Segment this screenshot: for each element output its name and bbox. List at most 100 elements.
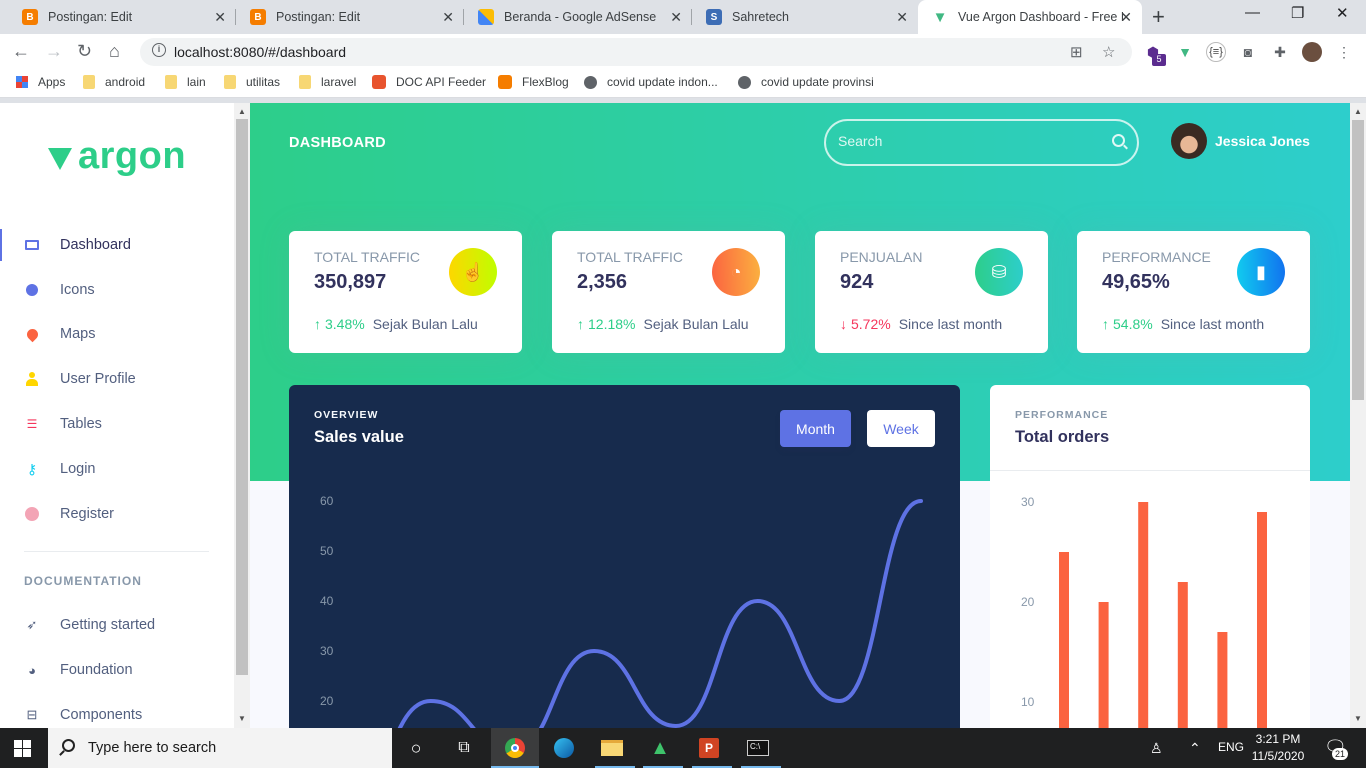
- sidebar-item-user-profile[interactable]: User Profile: [0, 359, 234, 399]
- sidebar-scrollbar[interactable]: ▲ ▼: [234, 103, 250, 728]
- browser-tab[interactable]: S Sahretech ✕: [692, 0, 918, 34]
- scroll-down-icon[interactable]: ▼: [1354, 714, 1362, 723]
- info-icon[interactable]: i: [152, 43, 166, 57]
- bookmark-folder[interactable]: laravel: [299, 75, 356, 89]
- file-explorer-icon[interactable]: [600, 736, 624, 760]
- scroll-up-icon[interactable]: ▲: [1354, 107, 1362, 116]
- sidebar-divider: [24, 551, 209, 552]
- search-input[interactable]: [838, 133, 1098, 149]
- new-tab-button[interactable]: +: [1152, 4, 1165, 30]
- sidebar-item-getting-started[interactable]: ➶ Getting started: [0, 605, 234, 645]
- browser-tab[interactable]: B Postingan: Edit ✕: [236, 0, 464, 34]
- argon-logo[interactable]: argon: [48, 135, 186, 178]
- bookmark-apps[interactable]: Apps: [16, 75, 65, 89]
- ui-components-icon: ⊟: [26, 707, 38, 722]
- close-window-icon[interactable]: ✕: [1336, 4, 1349, 22]
- task-view-icon[interactable]: ⧉: [452, 736, 476, 760]
- tray-chevron-icon[interactable]: ⌃: [1189, 740, 1201, 757]
- close-icon[interactable]: ✕: [442, 9, 454, 26]
- bookmark-item[interactable]: DOC API Feeder: [372, 75, 486, 89]
- bookmark-folder[interactable]: lain: [165, 75, 206, 89]
- page-scrollbar[interactable]: ▲ ▼: [1350, 103, 1366, 728]
- order-bar: [1177, 582, 1188, 728]
- sidebar-item-register[interactable]: Register: [0, 494, 234, 534]
- taskbar-search[interactable]: Type here to search: [48, 728, 392, 768]
- pin-icon: [24, 326, 40, 342]
- close-icon[interactable]: ✕: [896, 9, 908, 26]
- stat-value: 49,65%: [1102, 271, 1170, 293]
- avatar[interactable]: [1171, 123, 1207, 159]
- search-icon[interactable]: [1112, 134, 1125, 147]
- address-bar[interactable]: i localhost:8080/#/dashboard ⊞ ☆: [140, 38, 1132, 66]
- bookmark-item[interactable]: covid update provinsi: [738, 75, 874, 89]
- json-viewer-icon[interactable]: {≡}: [1206, 42, 1226, 62]
- menu-icon[interactable]: ⋮: [1334, 42, 1354, 62]
- browser-tab[interactable]: Beranda - Google AdSense ✕: [464, 0, 692, 34]
- minimize-icon[interactable]: —: [1245, 4, 1260, 21]
- people-icon[interactable]: ♙: [1150, 740, 1163, 757]
- sidebar-item-label: Getting started: [60, 617, 156, 633]
- bookmark-item[interactable]: FlexBlog: [498, 75, 569, 89]
- y-tick-label: 30: [320, 644, 334, 658]
- order-bar: [1217, 632, 1228, 728]
- vue-devtools-icon[interactable]: ▼: [1175, 42, 1195, 62]
- scrollbar-thumb[interactable]: [236, 119, 248, 675]
- translate-icon[interactable]: ⊞: [1070, 43, 1083, 61]
- scrollbar-thumb[interactable]: [1352, 120, 1364, 400]
- y-tick-label: 50: [320, 544, 334, 558]
- sidebar-item-components[interactable]: ⊟ Components: [0, 695, 234, 728]
- forward-icon[interactable]: →: [45, 41, 63, 62]
- url-text[interactable]: localhost:8080/#/dashboard: [174, 44, 346, 60]
- powerpoint-icon[interactable]: P: [697, 736, 721, 760]
- restore-icon[interactable]: ❐: [1291, 4, 1304, 22]
- sidebar-item-maps[interactable]: Maps: [0, 314, 234, 354]
- puzzle-icon[interactable]: ✚: [1270, 42, 1290, 62]
- stat-note: Sejak Bulan Lalu: [643, 316, 749, 332]
- scroll-up-icon[interactable]: ▲: [238, 107, 246, 116]
- sidebar-item-tables[interactable]: ☰ Tables: [0, 404, 234, 444]
- extension-badge: 5: [1152, 54, 1166, 66]
- chrome-icon[interactable]: [503, 736, 527, 760]
- notification-count: 21: [1332, 748, 1348, 760]
- reload-icon[interactable]: ↻: [77, 41, 92, 62]
- edge-icon[interactable]: [552, 736, 576, 760]
- sidebar-item-icons[interactable]: Icons: [0, 270, 234, 310]
- terminal-icon[interactable]: C:\: [746, 736, 770, 760]
- close-icon[interactable]: ✕: [1120, 9, 1132, 26]
- bookmark-label: laravel: [321, 75, 357, 89]
- close-icon[interactable]: ✕: [214, 9, 226, 26]
- profile-avatar[interactable]: [1302, 42, 1322, 62]
- browser-tab[interactable]: B Postingan: Edit ✕: [8, 0, 236, 34]
- camera-icon[interactable]: ◙: [1238, 42, 1258, 62]
- stat-note: Since last month: [1160, 316, 1265, 332]
- sidebar-item-label: Foundation: [60, 662, 133, 678]
- back-icon[interactable]: ←: [12, 41, 30, 62]
- logo-text: argon: [78, 135, 187, 177]
- bookmark-item[interactable]: covid update indon...: [584, 75, 718, 89]
- sidebar-item-dashboard[interactable]: Dashboard: [0, 225, 234, 265]
- cortana-icon[interactable]: ○: [404, 736, 428, 760]
- bookmark-label: android: [105, 75, 146, 89]
- bookmark-star-icon[interactable]: ☆: [1102, 43, 1115, 61]
- windows-start-icon[interactable]: [14, 740, 31, 757]
- sidebar-item-foundation[interactable]: ◕ Foundation: [0, 650, 234, 690]
- close-icon[interactable]: ✕: [670, 9, 682, 26]
- bookmark-folder[interactable]: android: [83, 75, 145, 89]
- scroll-down-icon[interactable]: ▼: [238, 714, 246, 723]
- app-triangle-icon[interactable]: ▲: [648, 736, 672, 760]
- stat-label: Performance: [1102, 249, 1211, 265]
- sidebar-item-login[interactable]: ⚷ Login: [0, 449, 234, 489]
- bookmark-folder[interactable]: utilitas: [224, 75, 280, 89]
- tv-icon: [24, 237, 40, 253]
- clock[interactable]: 3:21 PM 11/5/2020: [1247, 731, 1309, 765]
- user-name[interactable]: Jessica Jones: [1215, 133, 1310, 149]
- language-indicator[interactable]: ENG: [1218, 740, 1244, 754]
- home-icon[interactable]: ⌂: [109, 41, 120, 62]
- order-bar: [1098, 602, 1109, 728]
- user-menu[interactable]: Jessica Jones: [1171, 123, 1310, 159]
- stat-percent: 3.48%: [325, 316, 365, 332]
- money-coins-icon: ⛁: [975, 248, 1023, 296]
- browser-tab-active[interactable]: ▼ Vue Argon Dashboard - Free D ✕: [918, 0, 1142, 34]
- search-box[interactable]: [824, 119, 1139, 166]
- y-tick-label: 60: [320, 494, 334, 508]
